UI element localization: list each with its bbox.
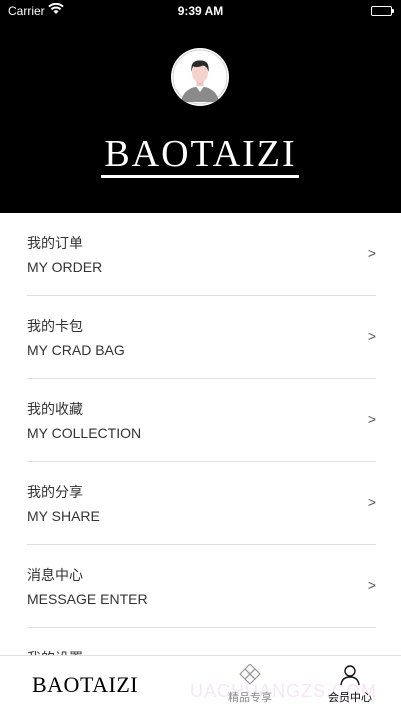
status-bar: Carrier 9:39 AM xyxy=(0,0,401,22)
brand-title: BAOTAIZI xyxy=(104,133,297,175)
tab-bar: UACHUANGZS.COM BAOTAIZI 精品专享 会员中心 xyxy=(0,655,401,710)
menu-item-label-en: MY SHARE xyxy=(27,508,100,524)
diamond-icon xyxy=(239,664,261,685)
menu-item-label-en: MESSAGE ENTER xyxy=(27,591,148,607)
menu-item-label-zh: 我的卡包 xyxy=(27,318,83,334)
brand-underline xyxy=(101,175,299,178)
menu-item-my-collection[interactable]: 我的收藏 MY COLLECTION > xyxy=(27,379,376,462)
tab-member-center-label: 会员中心 xyxy=(328,692,372,704)
menu-item-label-en: MY CRAD BAG xyxy=(27,342,125,358)
menu-item-message-center[interactable]: 消息中心 MESSAGE ENTER > xyxy=(27,545,376,628)
user-avatar-icon[interactable] xyxy=(171,48,229,106)
chevron-right-icon: > xyxy=(367,328,376,344)
profile-header: BAOTAIZI xyxy=(0,22,401,213)
tab-bar-brand[interactable]: BAOTAIZI xyxy=(32,672,138,698)
menu-item-label-en: MY COLLECTION xyxy=(27,425,142,441)
menu-item-label-en: MY ORDER xyxy=(27,259,103,275)
menu-item-label-zh: 我的订单 xyxy=(27,235,83,251)
battery-icon xyxy=(371,6,394,16)
tab-boutique-label: 精品专享 xyxy=(228,692,272,704)
menu-item-label-zh: 我的分享 xyxy=(27,484,83,500)
person-icon xyxy=(340,665,360,686)
tab-member-center[interactable]: 会员中心 xyxy=(315,664,385,705)
chevron-right-icon: > xyxy=(367,245,376,261)
tab-boutique[interactable]: 精品专享 xyxy=(215,664,285,705)
chevron-right-icon: > xyxy=(367,577,376,593)
chevron-right-icon: > xyxy=(367,494,376,510)
menu-item-my-card-bag[interactable]: 我的卡包 MY CRAD BAG > xyxy=(27,296,376,379)
member-menu: 我的订单 MY ORDER > 我的卡包 MY CRAD BAG > 我的收藏 … xyxy=(0,213,401,710)
menu-item-my-order[interactable]: 我的订单 MY ORDER > xyxy=(27,213,376,296)
chevron-right-icon: > xyxy=(367,411,376,427)
menu-item-label-zh: 我的收藏 xyxy=(27,401,83,417)
clock: 9:39 AM xyxy=(177,4,224,18)
menu-item-my-share[interactable]: 我的分享 MY SHARE > xyxy=(27,462,376,545)
menu-item-label-zh: 消息中心 xyxy=(27,567,83,583)
